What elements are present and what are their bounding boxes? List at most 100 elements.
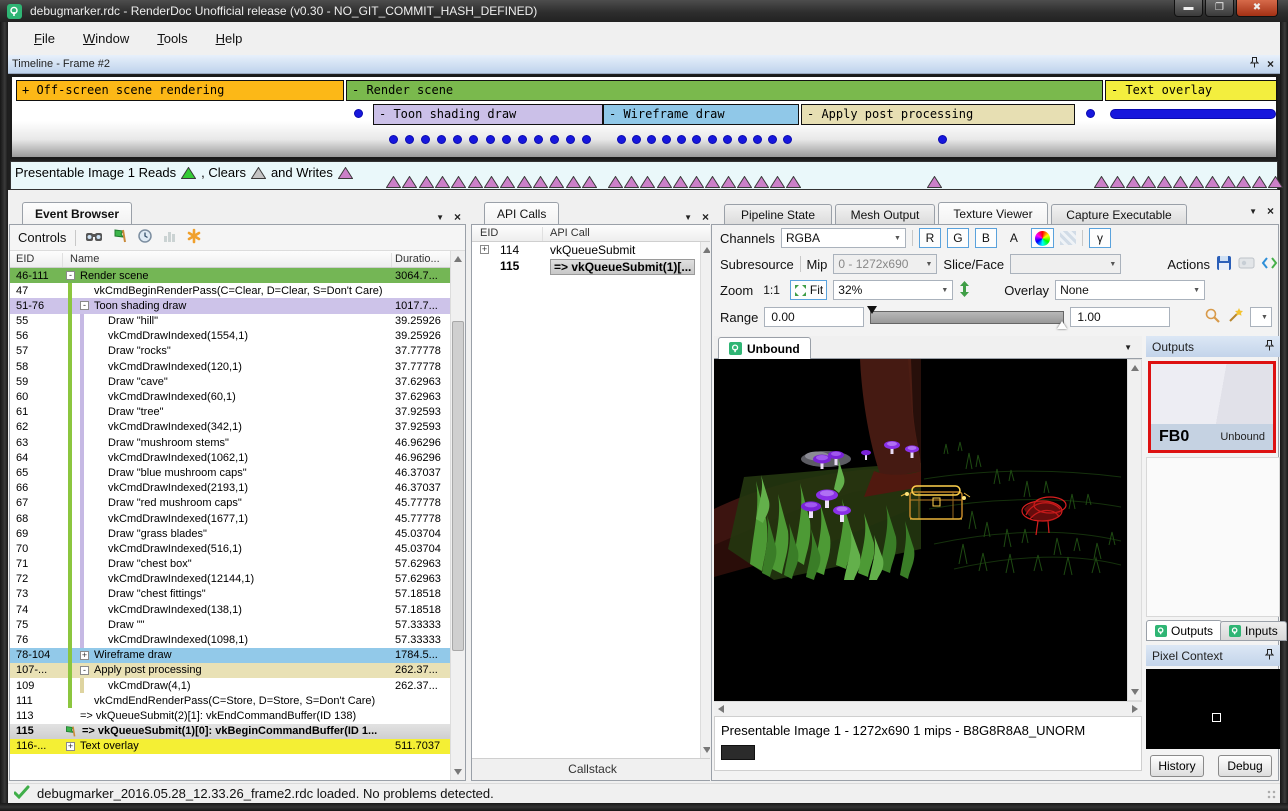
- resize-grip[interactable]: [1266, 789, 1278, 801]
- event-row[interactable]: 51-76-Toon shading draw1017.7...: [10, 298, 450, 313]
- event-row[interactable]: 46-111-Render scene3064.7...: [10, 268, 450, 283]
- channel-alpha-button[interactable]: A: [1003, 228, 1025, 248]
- api-call-row[interactable]: 115=> vkQueueSubmit(1)[...: [472, 258, 700, 274]
- event-row[interactable]: 47vkCmdBeginRenderPass(C=Clear, D=Clear,…: [10, 283, 450, 298]
- texture-viewer-close-icon[interactable]: ×: [1267, 204, 1274, 218]
- tab-mesh-output[interactable]: Mesh Output: [835, 204, 935, 224]
- texture-viewer-menu-icon[interactable]: ▼: [1249, 207, 1257, 216]
- flip-y-icon[interactable]: [959, 281, 970, 300]
- menu-tools[interactable]: Tools: [145, 28, 199, 49]
- timeline-bar[interactable]: - Wireframe draw: [603, 104, 799, 125]
- event-browser-column-header[interactable]: EID Name Duratio...: [10, 251, 465, 268]
- timeline-close-icon[interactable]: ×: [1267, 57, 1274, 71]
- channel-red-button[interactable]: R: [919, 228, 941, 248]
- menu-help[interactable]: Help: [204, 28, 255, 49]
- event-browser-scrollbar[interactable]: [450, 251, 465, 780]
- open-code-icon[interactable]: [1261, 256, 1278, 273]
- channel-blue-button[interactable]: B: [975, 228, 997, 248]
- event-row[interactable]: 70vkCmdDrawIndexed(516,1)45.03704: [10, 541, 450, 556]
- tree-expander[interactable]: -: [66, 271, 75, 280]
- event-row[interactable]: 109vkCmdDraw(4,1)262.37...: [10, 678, 450, 693]
- tree-expander[interactable]: +: [66, 742, 75, 751]
- colorwheel-button[interactable]: [1031, 228, 1054, 248]
- range-white-marker[interactable]: [1057, 321, 1067, 329]
- event-row[interactable]: 61Draw "tree"37.92593: [10, 405, 450, 420]
- range-options-button[interactable]: ▼: [1250, 307, 1272, 327]
- zoom-range-icon[interactable]: [1204, 307, 1221, 327]
- channels-select[interactable]: RGBA▼: [781, 228, 906, 248]
- pixel-context-view[interactable]: [1146, 669, 1280, 749]
- range-min-value[interactable]: 0.00: [764, 307, 864, 327]
- tab-unbound-texture[interactable]: Unbound: [718, 337, 811, 359]
- timeline-bar[interactable]: - Render scene: [346, 80, 1103, 101]
- tab-outputs[interactable]: Outputs: [1146, 620, 1222, 641]
- event-row[interactable]: 66vkCmdDrawIndexed(2193,1)46.37037: [10, 481, 450, 496]
- event-row[interactable]: 64vkCmdDrawIndexed(1062,1)46.96296: [10, 450, 450, 465]
- event-row[interactable]: 68vkCmdDrawIndexed(1677,1)45.77778: [10, 511, 450, 526]
- autofit-wand-icon[interactable]: [1227, 307, 1244, 327]
- pixel-context-pin-icon[interactable]: [1265, 649, 1274, 663]
- event-row[interactable]: 72vkCmdDrawIndexed(12144,1)57.62963: [10, 572, 450, 587]
- event-row[interactable]: 69Draw "grass blades"45.03704: [10, 526, 450, 541]
- event-row[interactable]: 55Draw "hill"39.25926: [10, 314, 450, 329]
- menu-window[interactable]: Window: [71, 28, 141, 49]
- close-button[interactable]: ✖: [1236, 0, 1278, 17]
- tree-expander[interactable]: +: [480, 245, 489, 254]
- range-slider[interactable]: [870, 311, 1064, 324]
- save-icon[interactable]: [1216, 255, 1232, 274]
- event-row[interactable]: 111vkCmdEndRenderPass(C=Store, D=Store, …: [10, 693, 450, 708]
- timeline-pin-icon[interactable]: [1250, 57, 1259, 71]
- tab-capture-executable[interactable]: Capture Executable: [1051, 204, 1187, 224]
- callstack-section[interactable]: Callstack: [472, 758, 713, 780]
- event-browser-close-icon[interactable]: ×: [454, 210, 461, 224]
- timeline-bar[interactable]: + Off-screen scene rendering: [16, 80, 344, 101]
- timeline-track[interactable]: + Off-screen scene rendering- Render sce…: [10, 75, 1278, 159]
- event-row[interactable]: 67Draw "red mushroom caps"45.77778: [10, 496, 450, 511]
- event-row[interactable]: 60vkCmdDrawIndexed(60,1)37.62963: [10, 390, 450, 405]
- event-row[interactable]: 75Draw ""57.33333: [10, 617, 450, 632]
- tree-expander[interactable]: -: [80, 301, 89, 310]
- event-browser-menu-icon[interactable]: ▼: [436, 213, 444, 222]
- tab-texture-viewer[interactable]: Texture Viewer: [938, 202, 1048, 224]
- timeline-bar[interactable]: - Toon shading draw: [373, 104, 603, 125]
- menu-file[interactable]: File: [22, 28, 67, 49]
- api-calls-column-header[interactable]: EID API Call: [472, 225, 713, 242]
- debug-button[interactable]: Debug: [1218, 755, 1272, 777]
- bookmark-flag-icon[interactable]: [112, 228, 128, 247]
- gamma-button[interactable]: γ: [1089, 228, 1111, 248]
- event-row[interactable]: 113=> vkQueueSubmit(2)[1]: vkEndCommandB…: [10, 708, 450, 723]
- event-row[interactable]: 58vkCmdDrawIndexed(120,1)37.77778: [10, 359, 450, 374]
- zoom-fit-button[interactable]: Fit: [790, 280, 827, 300]
- settings-star-icon[interactable]: [186, 228, 202, 247]
- event-row[interactable]: 76vkCmdDrawIndexed(1098,1)57.33333: [10, 633, 450, 648]
- api-call-row[interactable]: +114vkQueueSubmit: [472, 242, 700, 258]
- mip-select[interactable]: 0 - 1272x690▼: [833, 254, 937, 274]
- history-button[interactable]: History: [1150, 755, 1204, 777]
- maximize-button[interactable]: ❐: [1205, 0, 1234, 17]
- tree-expander[interactable]: +: [80, 651, 89, 660]
- slice-face-select[interactable]: ▼: [1010, 254, 1121, 274]
- event-row[interactable]: 116-...+Text overlay511.7037: [10, 739, 450, 754]
- fb0-thumbnail[interactable]: FB0 Unbound: [1148, 361, 1276, 453]
- outputs-pin-icon[interactable]: [1265, 340, 1274, 354]
- range-max-value[interactable]: 1.00: [1070, 307, 1170, 327]
- tree-expander[interactable]: -: [80, 666, 89, 675]
- timeline-bar[interactable]: - Apply post processing: [801, 104, 1075, 125]
- find-icon[interactable]: [85, 229, 103, 247]
- time-icon[interactable]: [137, 228, 153, 247]
- timeline-bar[interactable]: - Text overlay: [1105, 80, 1277, 101]
- overlay-select[interactable]: None▼: [1055, 280, 1205, 300]
- event-row[interactable]: 59Draw "cave"37.62963: [10, 374, 450, 389]
- event-row[interactable]: 73Draw "chest fittings"57.18518: [10, 587, 450, 602]
- tab-api-calls[interactable]: API Calls: [484, 202, 559, 224]
- texture-tab-dropdown-icon[interactable]: ▼: [1124, 343, 1132, 352]
- tab-pipeline-state[interactable]: Pipeline State: [724, 204, 832, 224]
- texture-vscrollbar[interactable]: [1127, 359, 1142, 701]
- channel-green-button[interactable]: G: [947, 228, 969, 248]
- event-row[interactable]: 74vkCmdDrawIndexed(138,1)57.18518: [10, 602, 450, 617]
- minimize-button[interactable]: ▬: [1174, 0, 1203, 17]
- event-row[interactable]: 65Draw "blue mushroom caps"46.37037: [10, 465, 450, 480]
- event-row[interactable]: 78-104+Wireframe draw1784.5...: [10, 648, 450, 663]
- event-row[interactable]: 115=> vkQueueSubmit(1)[0]: vkBeginComman…: [10, 724, 450, 739]
- event-row[interactable]: 107-...-Apply post processing262.37...: [10, 663, 450, 678]
